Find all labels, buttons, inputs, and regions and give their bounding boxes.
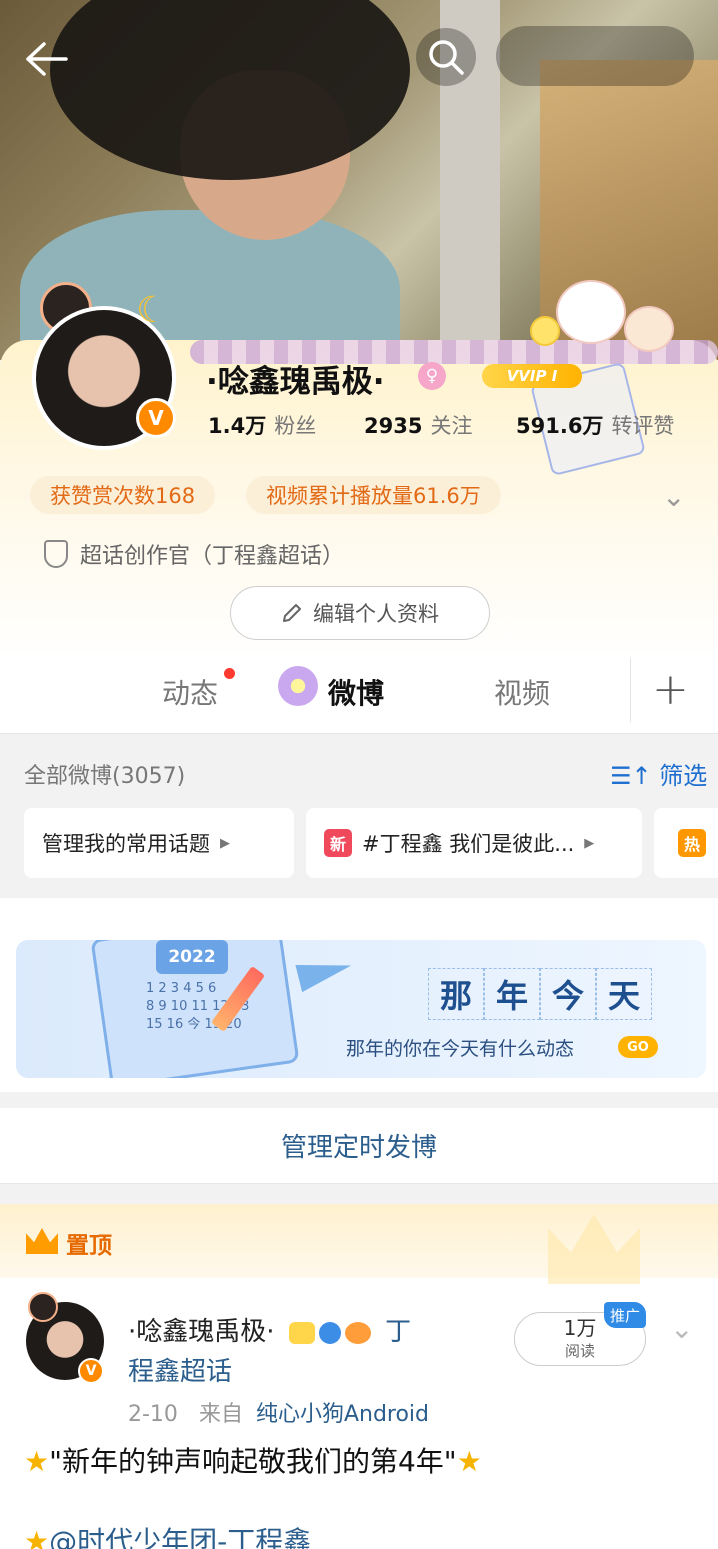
- profile-username: ·唸鑫瑰禹极·: [206, 364, 385, 400]
- cat-sticker: [556, 280, 626, 344]
- all-posts-count[interactable]: 全部微博(3057): [24, 758, 185, 790]
- filter-label: 筛选: [659, 762, 708, 790]
- post-mention-line: ★@时代少年团-丁程鑫: [24, 1520, 311, 1549]
- decor-stickers: [512, 276, 718, 360]
- caret-right-icon: ▶: [220, 835, 230, 851]
- stat-reposts-likes[interactable]: 591.6万 转评赞: [516, 410, 674, 440]
- on-this-day-banner[interactable]: 2022 1 2 3 4 5 6 8 9 10 11 12 13 15 16 今…: [16, 940, 706, 1078]
- fish-icon: [344, 1321, 371, 1344]
- post-mention[interactable]: @时代少年团-丁程鑫: [49, 1525, 311, 1549]
- star-icon: ★: [24, 1525, 50, 1549]
- topic-manage[interactable]: 管理我的常用话题 ▶: [24, 808, 294, 878]
- pinned-label: 置顶: [66, 1233, 112, 1259]
- divider: [630, 658, 631, 722]
- stat-label: 粉丝: [274, 414, 317, 438]
- post-date: 2-10: [128, 1402, 178, 1427]
- memory-title-char: 天: [596, 968, 652, 1020]
- post-text-body: "新年的钟声响起敬我们的第4年": [49, 1445, 457, 1478]
- stat-following[interactable]: 2935 关注: [364, 410, 472, 440]
- stat-label: 关注: [430, 414, 473, 438]
- back-button[interactable]: [18, 34, 74, 84]
- moon-icon: ☾: [136, 290, 169, 331]
- filter-icon: ☰↑: [610, 762, 652, 790]
- flower-icon: [278, 666, 318, 706]
- promote-badge[interactable]: 推广: [604, 1302, 646, 1328]
- chevron-down-icon[interactable]: ⌄: [670, 1312, 693, 1345]
- memory-title-char: 那: [428, 968, 484, 1020]
- creator-title-text: 超话创作官（丁程鑫超话）: [80, 544, 345, 569]
- post-topic-link-continued[interactable]: 程鑫超话: [128, 1357, 232, 1387]
- verified-badge: V: [136, 398, 176, 438]
- author-badges: [288, 1321, 371, 1344]
- topic-hot[interactable]: 热: [654, 808, 718, 878]
- new-badge: 新: [324, 829, 352, 857]
- avatar-decoration-character: [28, 1292, 58, 1322]
- post-topic-link[interactable]: 丁: [385, 1317, 411, 1347]
- memory-title-char: 年: [484, 968, 540, 1020]
- post-author-name[interactable]: ·唸鑫瑰禹极·: [128, 1317, 275, 1347]
- post-text: ★"新年的钟声响起敬我们的第4年"★: [24, 1440, 482, 1480]
- post-meta: 2-10 来自 纯心小狗Android: [128, 1396, 429, 1428]
- topic-label: 管理我的常用话题: [42, 832, 210, 856]
- hot-badge: 热: [678, 829, 706, 857]
- chevron-down-icon[interactable]: ⌄: [662, 480, 685, 513]
- topic-new[interactable]: 新 #丁程鑫 我们是彼此... ▶: [306, 808, 642, 878]
- stat-label: 转评赞: [611, 414, 675, 438]
- search-icon: [429, 40, 464, 75]
- vvip-badge[interactable]: VVIP I: [482, 364, 582, 388]
- post-source[interactable]: 纯心小狗Android: [256, 1402, 429, 1427]
- cover-photo-hair: [50, 0, 410, 180]
- tab-dynamics[interactable]: 动态: [162, 672, 218, 712]
- search-button[interactable]: [416, 28, 476, 86]
- manage-scheduled-posts[interactable]: 管理定时发博: [0, 1108, 718, 1184]
- post-from-label: 来自: [198, 1402, 243, 1427]
- post-author-line: ·唸鑫瑰禹极· 丁 程鑫超话: [128, 1312, 498, 1392]
- creator-title[interactable]: 超话创作官（丁程鑫超话）: [44, 538, 344, 570]
- chip-video-plays[interactable]: 视频累计播放量61.6万: [246, 476, 501, 514]
- star-icon: ★: [456, 1445, 482, 1478]
- memory-title-char: 今: [540, 968, 596, 1020]
- pencil-icon: [283, 604, 301, 622]
- go-button[interactable]: GO: [618, 1036, 658, 1058]
- stat-followers[interactable]: 1.4万 粉丝: [208, 410, 316, 440]
- star-icon: ★: [24, 1445, 50, 1478]
- filter-button[interactable]: ☰↑ 筛选: [610, 756, 707, 791]
- stat-value: 2935: [364, 414, 423, 438]
- stat-value: 591.6万: [516, 414, 604, 438]
- shield-icon: [44, 540, 68, 568]
- edit-profile-button[interactable]: 编辑个人资料: [230, 586, 490, 640]
- more-actions-pill[interactable]: [496, 26, 694, 86]
- paper-plane-icon: [295, 951, 355, 993]
- calendar-year: 2022: [156, 940, 228, 974]
- memory-title: 那 年 今 天: [428, 968, 652, 1020]
- shield-badge-icon: [318, 1321, 341, 1344]
- caret-right-icon: ▶: [584, 835, 595, 851]
- stat-value: 1.4万: [208, 414, 267, 438]
- plus-icon[interactable]: +: [652, 664, 689, 715]
- chick-sticker: [530, 316, 560, 346]
- notification-dot: [224, 668, 235, 679]
- edit-profile-label: 编辑个人资料: [313, 602, 439, 626]
- cat-sticker: [624, 306, 674, 352]
- topic-label: #丁程鑫 我们是彼此...: [362, 832, 575, 856]
- memory-subtitle: 那年的你在今天有什么动态: [346, 1038, 575, 1060]
- tab-video[interactable]: 视频: [494, 672, 550, 712]
- female-icon: ♀: [418, 362, 446, 390]
- arrow-left-icon: [26, 42, 68, 76]
- tab-weibo[interactable]: 微博: [328, 672, 384, 712]
- read-count-label: 阅读: [564, 1342, 595, 1360]
- vip-icon: [288, 1321, 315, 1344]
- chip-reward-count[interactable]: 获赞赏次数168: [30, 476, 216, 514]
- verified-badge: V: [78, 1358, 104, 1384]
